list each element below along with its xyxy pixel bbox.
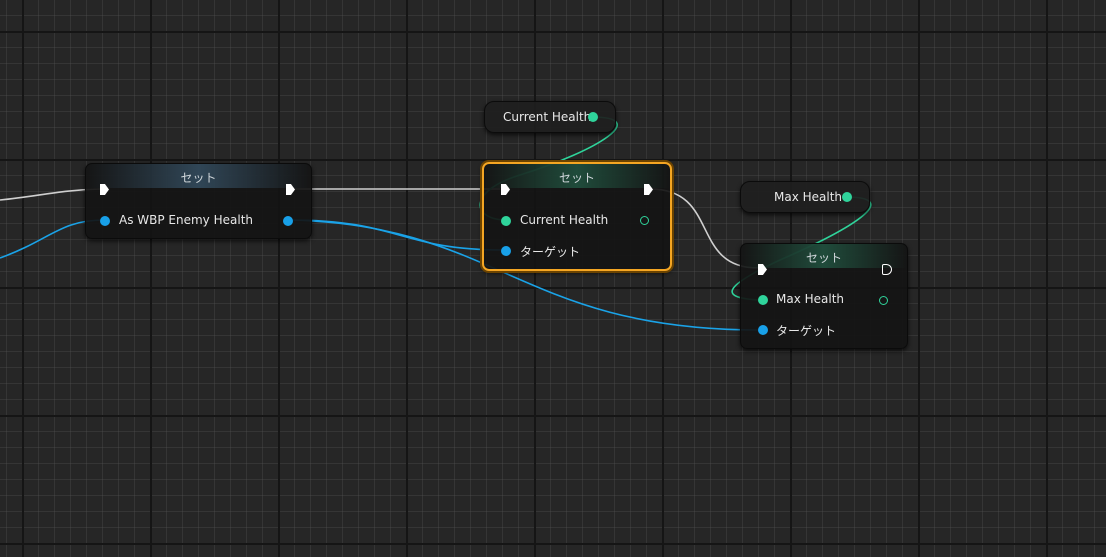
float-out-pin[interactable] (640, 216, 649, 225)
target-in-pin[interactable] (758, 325, 768, 335)
pin-label-target: ターゲット (776, 324, 837, 338)
set-node-current-health[interactable]: セット Current Health ターゲット (482, 162, 672, 271)
float-out-pin[interactable] (588, 112, 598, 122)
set-node-max-health[interactable]: セット Max Health ターゲット (740, 243, 908, 349)
set-node-enemy-health[interactable]: セット As WBP Enemy Health (85, 163, 312, 239)
pin-label-value: Max Health (776, 292, 845, 306)
variable-label: Max Health (774, 190, 843, 204)
float-out-pin[interactable] (842, 192, 852, 202)
pin-label-input: As WBP Enemy Health (119, 213, 254, 227)
get-current-health-node[interactable]: Current Health (484, 101, 616, 133)
pin-label-target: ターゲット (520, 245, 581, 259)
get-max-health-node[interactable]: Max Health (740, 181, 870, 213)
pin-label-value: Current Health (520, 213, 609, 227)
object-in-pin[interactable] (100, 216, 110, 226)
node-title: セット (558, 171, 595, 185)
object-out-pin[interactable] (283, 216, 293, 226)
object-wire-to-set2-target (289, 219, 504, 251)
node-title: セット (180, 171, 217, 185)
float-out-pin[interactable] (879, 296, 888, 305)
float-in-pin[interactable] (501, 216, 511, 226)
float-in-pin[interactable] (758, 295, 768, 305)
wire-layer (0, 116, 872, 331)
variable-label: Current Health (503, 110, 592, 124)
target-in-pin[interactable] (501, 246, 511, 256)
exec-out-pin[interactable] (882, 264, 892, 275)
